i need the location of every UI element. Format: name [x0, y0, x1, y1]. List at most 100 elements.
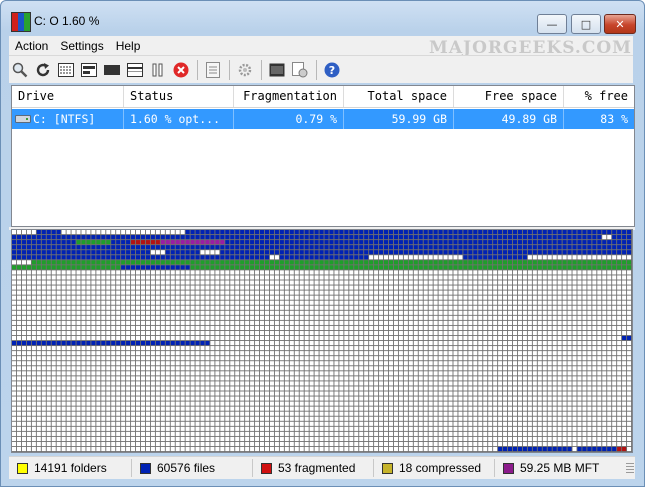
script-button[interactable] — [289, 59, 311, 81]
title-bar[interactable]: C: O 1.60 % — □ ✕ — [1, 1, 644, 35]
cluster-cell — [71, 235, 76, 240]
help-button[interactable]: ? — [321, 59, 343, 81]
cluster-map[interactable] — [11, 229, 633, 453]
cluster-cell — [210, 305, 215, 310]
cluster-cell — [508, 330, 513, 336]
analyze-button[interactable] — [9, 59, 31, 81]
cluster-cell — [458, 265, 463, 270]
cluster-cell — [398, 411, 403, 416]
cluster-cell — [522, 335, 527, 341]
cluster-cell — [16, 341, 22, 346]
drive-list-header: Drive Status Fragmentation Total space F… — [12, 86, 634, 108]
cluster-cell — [116, 300, 121, 305]
column-percent-free[interactable]: % free — [564, 86, 634, 107]
cluster-cell — [260, 245, 265, 250]
cluster-cell — [121, 341, 126, 346]
cluster-cell — [225, 300, 230, 305]
cluster-cell — [503, 416, 508, 421]
menu-action[interactable]: Action — [9, 39, 54, 53]
cluster-cell — [299, 406, 304, 411]
refresh-button[interactable] — [32, 59, 54, 81]
cluster-cell — [458, 371, 463, 376]
cluster-cell — [140, 315, 146, 320]
cluster-cell — [299, 305, 304, 310]
cluster-cell — [607, 300, 612, 305]
cluster-cell — [552, 240, 557, 245]
cluster-cell — [155, 280, 160, 285]
cluster-cell — [503, 250, 508, 255]
cluster-cell — [91, 416, 96, 421]
report-button[interactable] — [202, 59, 224, 81]
cluster-cell — [205, 280, 210, 285]
cluster-cell — [374, 305, 379, 310]
cluster-cell — [622, 325, 627, 331]
cluster-cell — [170, 421, 175, 426]
cluster-cell — [299, 295, 304, 300]
close-button[interactable]: ✕ — [604, 14, 636, 34]
column-free-space[interactable]: Free space — [454, 86, 564, 107]
cluster-cell — [602, 315, 607, 320]
cluster-cell — [289, 265, 294, 270]
cluster-cell — [339, 240, 344, 245]
cluster-cell — [577, 346, 582, 351]
cluster-cell — [473, 230, 478, 235]
cluster-cell — [274, 255, 279, 260]
column-fragmentation[interactable]: Fragmentation — [234, 86, 344, 107]
menu-settings[interactable]: Settings — [54, 39, 109, 53]
defrag-button[interactable] — [55, 59, 77, 81]
cluster-cell — [512, 310, 518, 315]
menu-help[interactable]: Help — [110, 39, 147, 53]
cluster-cell — [195, 320, 200, 325]
window-title: C: O 1.60 % — [34, 14, 100, 28]
cluster-cell — [602, 361, 607, 366]
column-total-space[interactable]: Total space — [344, 86, 454, 107]
pause-button[interactable] — [147, 59, 169, 81]
cluster-cell — [379, 260, 384, 265]
column-drive[interactable]: Drive — [12, 86, 124, 107]
cluster-cell — [175, 285, 180, 290]
cluster-cell — [145, 361, 150, 366]
cluster-cell — [210, 426, 215, 431]
cluster-cell — [46, 341, 51, 346]
drive-row[interactable]: C: [NTFS] 1.60 % opt... 0.79 % 59.99 GB … — [12, 109, 634, 129]
cluster-cell — [240, 411, 245, 416]
cluster-cell — [324, 240, 329, 245]
cluster-cell — [12, 376, 17, 381]
cluster-cell — [522, 260, 527, 265]
cluster-cell — [284, 235, 289, 240]
cluster-cell — [488, 265, 493, 270]
cluster-cell — [602, 300, 607, 305]
cluster-cell — [250, 356, 255, 361]
maximize-button[interactable]: □ — [571, 14, 601, 34]
mft-optimize-button[interactable] — [101, 59, 123, 81]
cluster-cell — [592, 300, 597, 305]
settings-button[interactable] — [234, 59, 256, 81]
cluster-cell — [369, 310, 374, 315]
cluster-cell — [562, 416, 567, 421]
cluster-cell — [607, 255, 612, 260]
cluster-cell — [557, 295, 562, 300]
cluster-cell — [170, 260, 175, 265]
boot-time-button[interactable] — [266, 59, 288, 81]
cluster-cell — [453, 411, 458, 416]
cluster-cell — [478, 401, 483, 406]
cluster-cell — [215, 361, 220, 366]
cluster-cell — [532, 351, 537, 356]
column-status[interactable]: Status — [124, 86, 234, 107]
cluster-cell — [473, 320, 478, 325]
minimize-button[interactable]: — — [537, 14, 567, 34]
cluster-cell — [522, 290, 527, 295]
cluster-cell — [508, 280, 513, 285]
cluster-cell — [369, 330, 374, 336]
cluster-cell — [294, 426, 299, 431]
cluster-cell — [612, 290, 617, 295]
cluster-cell — [607, 275, 612, 280]
cluster-cell — [547, 315, 552, 320]
cluster-cell — [46, 275, 51, 280]
cluster-cell — [369, 371, 374, 376]
quick-optimize-button[interactable] — [78, 59, 100, 81]
full-optimize-button[interactable] — [124, 59, 146, 81]
cluster-cell — [379, 310, 384, 315]
cluster-cell — [403, 376, 408, 381]
stop-button[interactable] — [170, 59, 192, 81]
